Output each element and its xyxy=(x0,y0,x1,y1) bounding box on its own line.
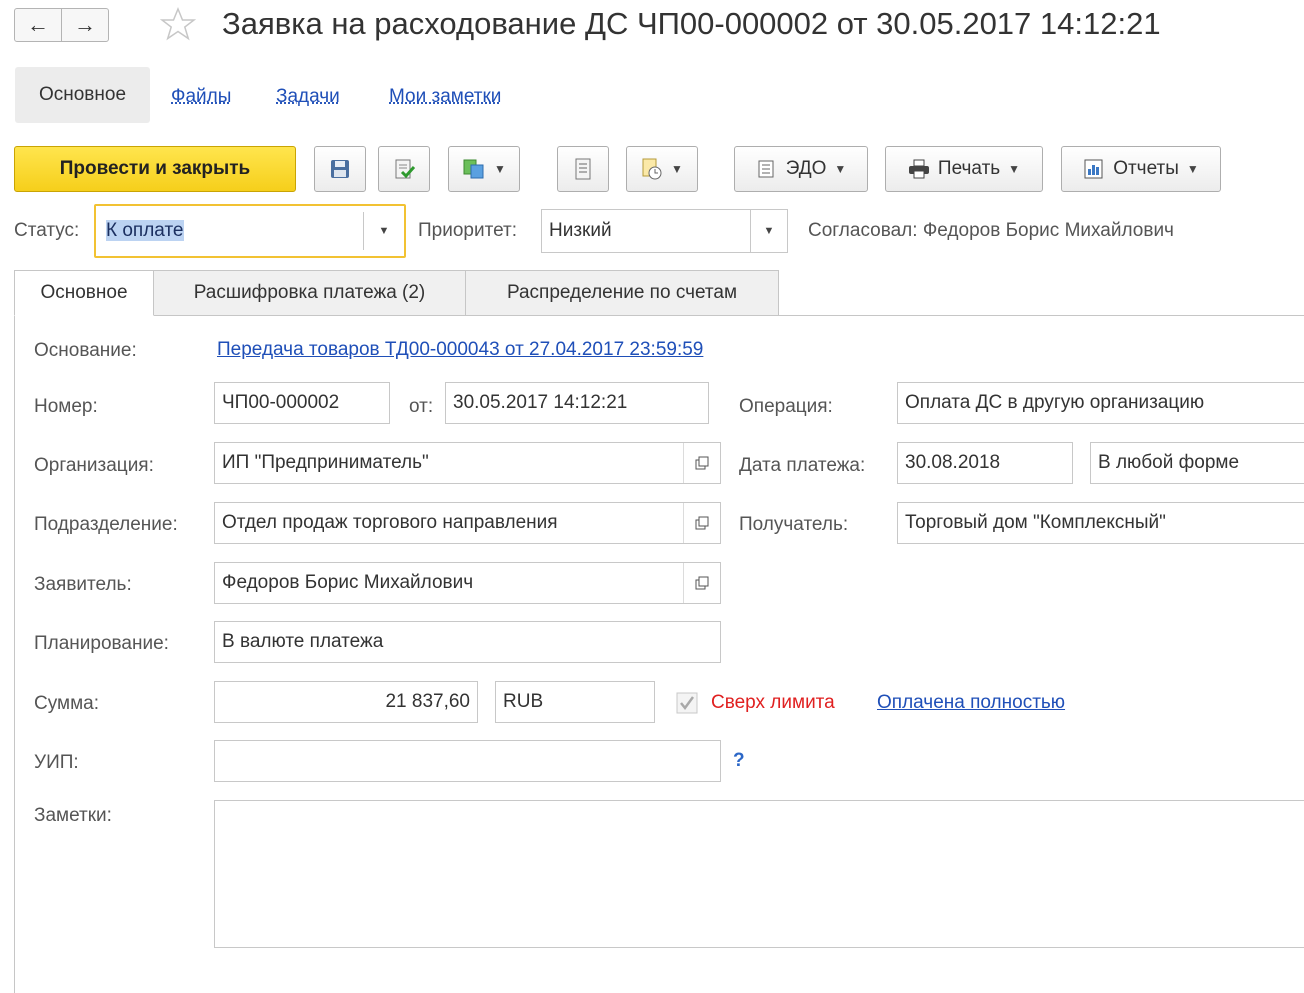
priority-value: Низкий xyxy=(549,220,612,241)
date-field[interactable]: 30.05.2017 14:12:21 xyxy=(445,382,709,424)
edo-exchange-icon xyxy=(758,160,774,178)
number-label: Номер: xyxy=(34,396,98,417)
recipient-label: Получатель: xyxy=(739,514,849,535)
post-and-close-button[interactable]: Провести и закрыть xyxy=(14,146,296,192)
applicant-value: Федоров Борис Михайлович xyxy=(222,572,474,593)
tab-main[interactable]: Основное xyxy=(14,270,154,316)
priority-label: Приоритет: xyxy=(418,220,517,241)
planning-select[interactable]: В валюте платежа xyxy=(214,621,721,663)
status-label: Статус: xyxy=(14,220,80,241)
related-documents-button[interactable]: ▼ xyxy=(626,146,698,192)
post-button[interactable] xyxy=(378,146,430,192)
basis-document-link[interactable]: Передача товаров ТД00-000043 от 27.04.20… xyxy=(217,339,703,361)
edo-label: ЭДО xyxy=(785,158,827,179)
operation-label: Операция: xyxy=(739,396,833,417)
recipient-field[interactable]: Торговый дом "Комплексный" xyxy=(897,502,1304,544)
chevron-down-icon: ▼ xyxy=(834,162,847,176)
payment-date-label: Дата платежа: xyxy=(739,455,866,476)
operation-value: Оплата ДС в другую организацию xyxy=(905,392,1205,413)
department-value: Отдел продаж торгового направления xyxy=(222,512,558,533)
over-limit-checkbox[interactable] xyxy=(675,691,699,715)
applicant-field[interactable]: Федоров Борис Михайлович xyxy=(214,562,721,604)
section-tasks-link[interactable]: Задачи xyxy=(276,86,340,108)
operation-select[interactable]: Оплата ДС в другую организацию xyxy=(897,382,1304,424)
back-button[interactable]: ← xyxy=(14,8,62,42)
journal-list-icon xyxy=(575,158,591,180)
sum-label: Сумма: xyxy=(34,693,99,714)
open-icon[interactable] xyxy=(683,563,720,603)
tab-payment-details[interactable]: Расшифровка платежа (2) xyxy=(153,270,466,316)
save-button[interactable] xyxy=(314,146,366,192)
recipient-value: Торговый дом "Комплексный" xyxy=(905,512,1166,533)
reports-icon xyxy=(1084,159,1103,179)
planning-label: Планирование: xyxy=(34,633,169,654)
date-value: 30.05.2017 14:12:21 xyxy=(453,392,628,413)
from-label: от: xyxy=(409,396,434,417)
payment-date-value: 30.08.2018 xyxy=(905,452,1001,473)
uip-label: УИП: xyxy=(34,752,79,773)
over-limit-label: Сверх лимита xyxy=(711,692,835,713)
payment-date-field[interactable]: 30.08.2018 xyxy=(897,442,1073,484)
post-document-icon xyxy=(395,159,415,179)
print-button[interactable]: Печать ▼ xyxy=(885,146,1043,192)
organization-value: ИП "Предприниматель" xyxy=(222,452,429,473)
payment-form-value: В любой форме xyxy=(1098,452,1240,473)
favorite-star-icon[interactable] xyxy=(160,7,196,41)
chevron-down-icon: ▼ xyxy=(1186,162,1199,176)
document-journal-button[interactable] xyxy=(557,146,609,192)
section-main[interactable]: Основное xyxy=(15,67,150,123)
applicant-label: Заявитель: xyxy=(34,574,132,595)
payment-form-select[interactable]: В любой форме xyxy=(1090,442,1304,484)
sum-field[interactable]: 21 837,60 xyxy=(214,681,478,723)
organization-label: Организация: xyxy=(34,455,154,476)
tab-account-distribution[interactable]: Распределение по счетам xyxy=(465,270,779,316)
status-value: К оплате xyxy=(106,220,184,241)
section-notes-link[interactable]: Мои заметки xyxy=(389,86,501,108)
status-select[interactable]: К оплате ▼ xyxy=(94,204,406,258)
notes-textarea[interactable] xyxy=(214,800,1304,948)
open-icon[interactable] xyxy=(683,443,720,483)
section-files-link[interactable]: Файлы xyxy=(171,86,231,108)
sum-value: 21 837,60 xyxy=(385,691,470,712)
department-field[interactable]: Отдел продаж торгового направления xyxy=(214,502,721,544)
chevron-down-icon[interactable]: ▼ xyxy=(750,210,787,252)
edo-button[interactable]: ЭДО ▼ xyxy=(734,146,868,192)
organization-field[interactable]: ИП "Предприниматель" xyxy=(214,442,721,484)
forward-arrow-icon: → xyxy=(74,12,96,37)
print-label: Печать xyxy=(937,158,1001,179)
number-field[interactable]: ЧП00-000002 xyxy=(214,382,390,424)
page-title: Заявка на расходование ДС ЧП00-000002 от… xyxy=(222,6,1161,41)
related-documents-icon xyxy=(642,158,662,180)
planning-value: В валюте платежа xyxy=(222,631,384,652)
create-based-on-button[interactable]: ▼ xyxy=(448,146,520,192)
priority-select[interactable]: Низкий ▼ xyxy=(541,209,788,253)
number-value: ЧП00-000002 xyxy=(222,392,340,413)
open-icon[interactable] xyxy=(683,503,720,543)
reports-button[interactable]: Отчеты ▼ xyxy=(1061,146,1221,192)
notes-label: Заметки: xyxy=(34,805,112,826)
paid-status-link[interactable]: Оплачена полностью xyxy=(877,692,1065,714)
save-icon xyxy=(331,160,349,178)
forward-button[interactable]: → xyxy=(61,8,109,42)
currency-field[interactable]: RUB xyxy=(495,681,655,723)
printer-icon xyxy=(908,159,929,179)
approved-by-text: Согласовал: Федоров Борис Михайлович xyxy=(808,220,1174,241)
create-based-on-icon xyxy=(463,159,484,179)
department-label: Подразделение: xyxy=(34,514,178,535)
help-icon[interactable]: ? xyxy=(733,750,745,772)
chevron-down-icon: ▼ xyxy=(1008,162,1021,176)
basis-label: Основание: xyxy=(34,340,137,361)
chevron-down-icon: ▼ xyxy=(671,162,683,176)
reports-label: Отчеты xyxy=(1113,158,1179,179)
chevron-down-icon[interactable]: ▼ xyxy=(363,212,404,250)
uip-field[interactable] xyxy=(214,740,721,782)
chevron-down-icon: ▼ xyxy=(494,162,506,176)
currency-value: RUB xyxy=(503,691,544,712)
back-arrow-icon: ← xyxy=(27,12,49,37)
